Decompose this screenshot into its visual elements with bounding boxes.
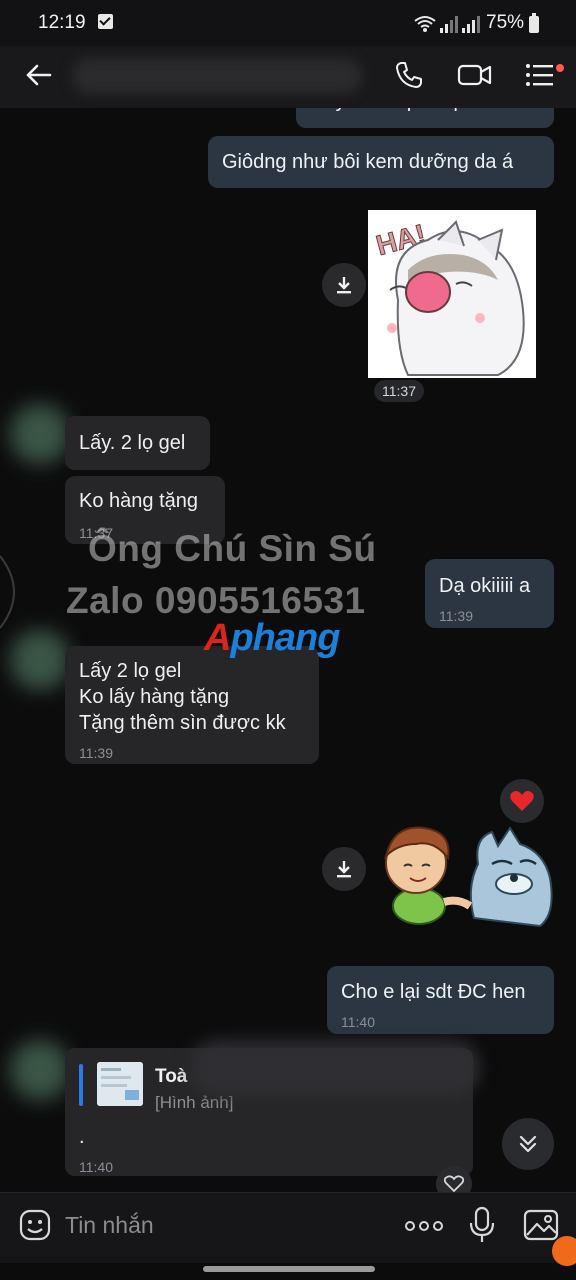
avatar[interactable] [10,404,70,464]
cat-laughing-sticker[interactable]: HA! [368,210,536,378]
message-text: Giôdng như bôi kem dưỡng da á [222,151,514,173]
image-thumbnail-icon [97,1062,143,1106]
message-text-line1: Lấy 2 lọ gel [79,660,182,682]
message-text-line3: Tặng thêm sìn được kk [79,712,286,734]
video-call-icon[interactable] [456,60,494,90]
notification-dot [556,64,564,72]
message-text: Cho e lại sdt ĐC hen [341,981,526,1003]
message-text: . [79,1126,85,1148]
emoji-icon[interactable] [18,1208,52,1242]
avatar[interactable] [10,1040,70,1100]
menu-icon[interactable] [524,60,556,90]
reply-accent-bar [79,1064,83,1106]
signal-icon-2 [462,16,480,33]
avatar[interactable] [10,630,70,690]
chevron-down-icon [519,1135,537,1153]
heart-outline-icon [444,1175,464,1193]
floating-badge-icon[interactable] [552,1236,576,1266]
battery-percent: 75% [486,12,525,33]
heart-icon [510,791,534,811]
home-indicator [203,1266,375,1272]
blurred-redaction [190,1040,480,1096]
wifi-icon [414,16,436,32]
message-text: Dạ okiiiii a [439,575,531,597]
image-icon[interactable] [523,1208,559,1242]
download-button[interactable] [322,263,366,307]
download-icon [337,861,351,878]
back-arrow-icon[interactable] [22,58,56,92]
battery-icon [529,13,539,33]
notification-check-icon [98,14,113,29]
message-text: Ko hàng tặng [79,490,198,512]
reply-sender: Toà [155,1066,188,1087]
scroll-to-bottom-button[interactable] [502,1118,554,1170]
phone-icon[interactable] [392,58,426,92]
mic-icon[interactable] [468,1206,496,1244]
decorative-arc [0,555,15,629]
message-bubble-outgoing[interactable]: Cho e lại sdt ĐC hen 11:40 [327,966,554,1034]
more-icon[interactable] [404,1216,444,1236]
message-bubble-outgoing[interactable]: Giôdng như bôi kem dưỡng da á [208,136,554,188]
message-text-line2: Ko lấy hàng tặng [79,686,230,708]
download-button[interactable] [322,847,366,891]
message-time: 11:40 [79,1159,113,1175]
watermark-line2: Zalo 0905516531 [66,580,366,621]
brand-logo: Aphang [204,617,340,660]
message-time: 11:39 [79,745,113,761]
status-time: 12:19 [38,12,86,33]
brand-logo-rest: phang [230,617,340,659]
download-icon [337,277,351,294]
message-time: 11:40 [341,1014,375,1030]
reply-thumbnail[interactable] [97,1062,143,1106]
boy-and-wolf-sticker[interactable] [374,818,556,928]
timestamp-pill: 11:37 [374,380,424,402]
contact-name-blurred[interactable] [72,58,362,94]
message-text: Lấy. 2 lọ gel [79,432,186,454]
watermark-line1: Ông Chú Sìn Sú [88,528,377,569]
brand-logo-a: A [204,617,231,659]
reaction-badge[interactable] [500,779,544,823]
message-input[interactable]: Tin nhắn [65,1212,154,1239]
signal-icon [440,16,458,33]
message-bubble-outgoing[interactable]: Dạ okiiiii a 11:39 [425,559,554,628]
message-bubble-incoming[interactable]: Lấy 2 lọ gel Ko lấy hàng tặng Tặng thêm … [65,646,319,764]
message-bubble-incoming[interactable]: Lấy. 2 lọ gel [65,416,210,470]
message-time: 11:39 [439,608,473,624]
